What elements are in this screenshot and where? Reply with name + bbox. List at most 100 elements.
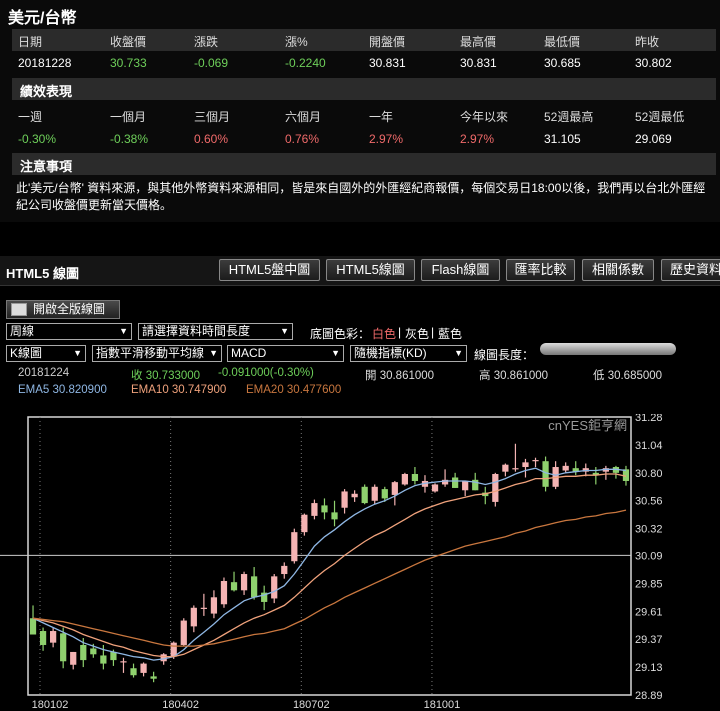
quote-header: 漲跌 xyxy=(194,35,219,49)
info-ema20: EMA20 30.477600 xyxy=(246,384,342,396)
candle-body xyxy=(80,644,87,661)
ema-line-ema10 xyxy=(32,473,627,658)
chart-icon xyxy=(11,303,27,316)
ema-line-ema20 xyxy=(32,509,627,647)
indicator1-select[interactable]: MACD ▼ xyxy=(227,345,344,362)
bg-white-option[interactable]: 白色 xyxy=(372,325,396,342)
page-title: 美元/台幣 xyxy=(8,10,77,27)
chevron-down-icon: ▼ xyxy=(454,348,463,358)
tab-correlation[interactable]: 相關係數 xyxy=(582,259,654,281)
ema-lines-layer xyxy=(32,467,627,661)
candle-body xyxy=(361,486,368,504)
candle-body xyxy=(492,473,499,502)
candle-body xyxy=(371,486,378,501)
chart-length-label: 線圖長度： xyxy=(474,348,535,362)
axes-layer: 31.28 31.04 30.80 30.56 30.32 30.09 29.85 29.61… xyxy=(32,412,663,711)
candlestick-chart: cnYES鉅亨網 31.28 31.04 30.80 30.56 30.32 30.09 2… xyxy=(0,412,720,711)
candle-body xyxy=(39,631,47,645)
candle-body xyxy=(391,482,398,495)
candle-body xyxy=(562,465,569,471)
period-select[interactable]: 周線 ▼ xyxy=(6,323,132,340)
bg-separator: | xyxy=(431,325,435,339)
chevron-down-icon: ▼ xyxy=(331,348,340,358)
chart-length-slider[interactable] xyxy=(540,343,676,355)
candle-body xyxy=(140,663,147,673)
y-tick-label: 29.37 xyxy=(635,634,663,646)
candle-body xyxy=(542,461,549,487)
x-tick-label: 181001 xyxy=(424,699,461,711)
tab-html5-intraday[interactable]: HTML5盤中圖 xyxy=(219,259,320,281)
performance-value: 31.105 xyxy=(544,132,581,146)
y-tick-label: 29.61 xyxy=(635,606,663,618)
quote-value: 30.802 xyxy=(635,56,672,70)
chart-type-select[interactable]: K線圖 ▼ xyxy=(6,345,86,362)
section-divider xyxy=(0,222,720,256)
quote-header: 最低價 xyxy=(544,35,581,49)
candle-body xyxy=(200,607,207,609)
candle-body xyxy=(220,581,228,605)
bg-gray-option[interactable]: 灰色 xyxy=(405,325,429,342)
candle-body xyxy=(230,582,238,591)
ema-line-ema5 xyxy=(32,467,627,661)
open-full-chart-button[interactable]: 開啟全版線圖 xyxy=(6,300,120,319)
candle-body xyxy=(512,468,519,470)
performance-title: 績效表現 xyxy=(20,84,73,99)
candle-body xyxy=(29,618,37,635)
y-tick-label: 29.13 xyxy=(635,662,663,674)
info-date: 20181224 xyxy=(18,367,70,379)
range-select[interactable]: 請選擇資料時間長度 ▼ xyxy=(138,323,293,340)
y-tick-label: 30.56 xyxy=(635,496,663,508)
candle-body xyxy=(240,574,248,591)
quote-panel: 美元/台幣 日期 收盤價 漲跌 漲% 開盤價 最高價 最低價 昨收 201812… xyxy=(0,0,720,222)
quote-value: 30.685 xyxy=(544,56,581,70)
y-tick-label: 31.04 xyxy=(635,440,663,452)
candle-body xyxy=(341,491,348,508)
performance-value: 2.97% xyxy=(460,132,495,146)
info-high: 高 30.861000 xyxy=(479,370,549,382)
candle-body xyxy=(180,620,187,645)
tab-html5-chart[interactable]: HTML5線圖 xyxy=(326,259,415,281)
indicator2-select[interactable]: 隨機指標(KD) ▼ xyxy=(350,345,467,362)
tab-rate-compare[interactable]: 匯率比較 xyxy=(506,259,575,281)
candle-body xyxy=(351,493,358,498)
performance-header: 三個月 xyxy=(194,110,231,124)
bg-blue-option[interactable]: 藍色 xyxy=(438,325,462,342)
info-low: 低 30.685000 xyxy=(593,370,663,382)
performance-header: 52週最低 xyxy=(635,110,685,124)
notice-title: 注意事項 xyxy=(20,159,73,174)
quote-header: 漲% xyxy=(285,35,308,49)
x-tick-label: 180402 xyxy=(162,699,199,711)
info-close: 收 30.733000 xyxy=(131,370,201,382)
y-tick-label: 30.80 xyxy=(635,468,663,480)
quote-value: 30.831 xyxy=(369,56,406,70)
quote-header: 開盤價 xyxy=(369,35,406,49)
candle-body xyxy=(401,473,408,485)
candle-body xyxy=(522,462,529,468)
performance-header: 六個月 xyxy=(285,110,322,124)
tab-flash-chart[interactable]: Flash線圖 xyxy=(421,259,500,281)
quote-value: -0.2240 xyxy=(285,56,326,70)
chevron-down-icon: ▼ xyxy=(280,326,289,336)
candle-body xyxy=(90,648,97,655)
candle-body xyxy=(452,477,459,488)
indicator2-value: 隨機指標(KD) xyxy=(354,346,427,360)
info-ema5: EMA5 30.820900 xyxy=(18,384,107,396)
bg-separator: | xyxy=(398,325,402,339)
performance-header: 今年以來 xyxy=(460,110,509,124)
range-value: 請選擇資料時間長度 xyxy=(142,324,251,338)
candle-body xyxy=(100,655,107,664)
candle-body xyxy=(251,576,258,598)
candle-body xyxy=(281,565,288,575)
ma-type-select[interactable]: 指數平滑移動平均線 ▼ xyxy=(92,345,222,362)
candle-body xyxy=(331,512,338,520)
quote-header: 收盤價 xyxy=(110,35,147,49)
quote-value: 30.733 xyxy=(110,56,147,70)
candle-body xyxy=(150,676,157,679)
x-tick-label: 180102 xyxy=(32,699,69,711)
tab-history[interactable]: 歷史資料 xyxy=(661,259,720,281)
candle-body xyxy=(110,651,117,661)
chart-svg: cnYES鉅亨網 31.28 31.04 30.80 30.56 30.32 30.09 2… xyxy=(0,412,663,711)
performance-header: 一年 xyxy=(369,110,394,124)
performance-title-bar: 績效表現 xyxy=(12,78,716,100)
candle-body xyxy=(311,503,318,516)
